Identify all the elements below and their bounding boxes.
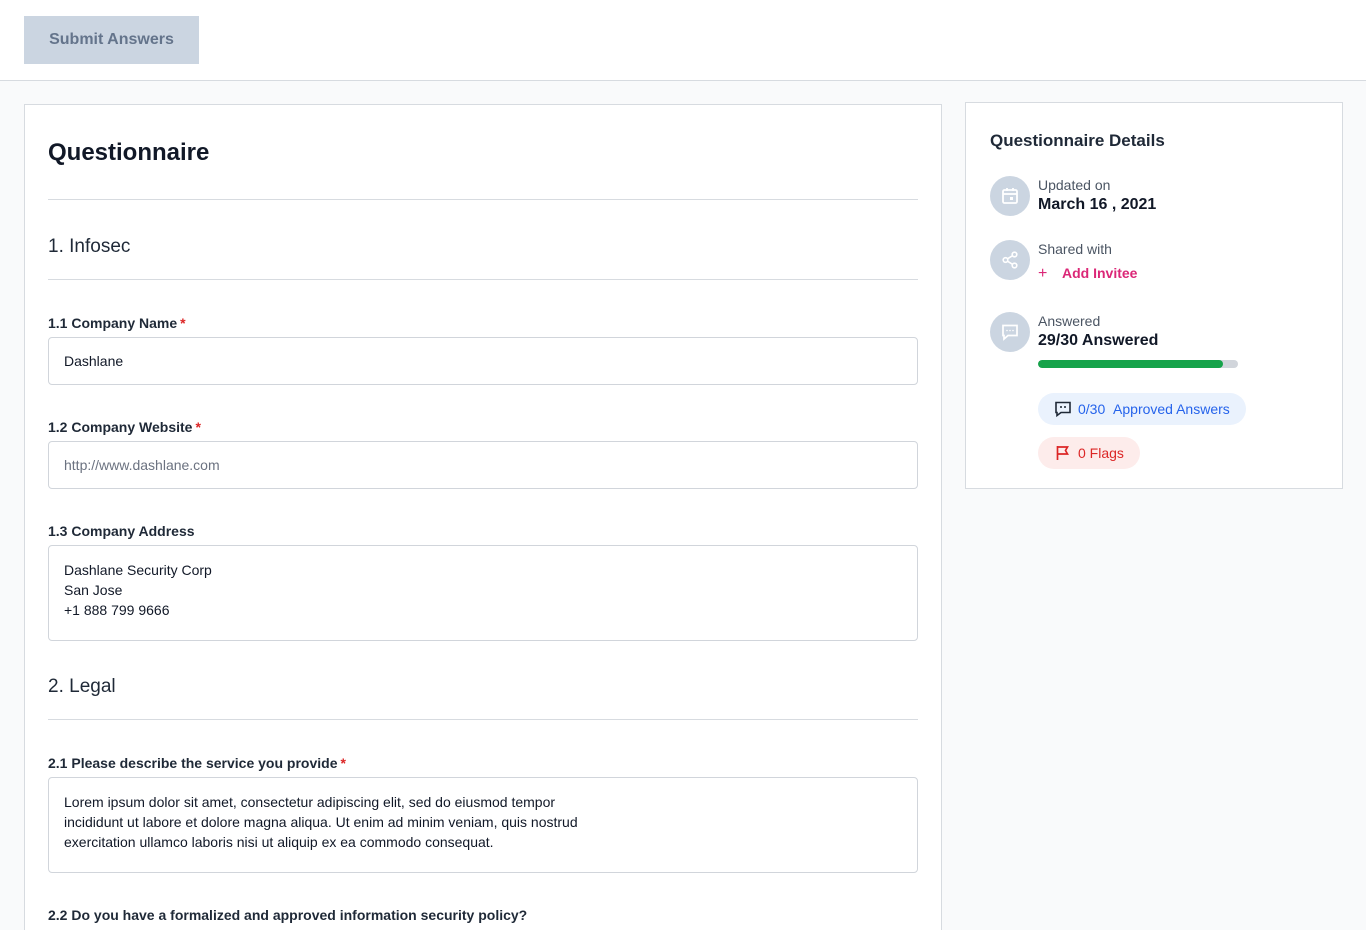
updated-value: March 16 , 2021 [1038, 196, 1157, 213]
question-label-company-website: 1.2 Company Website * [48, 419, 201, 435]
chat-icon [990, 312, 1030, 352]
questionnaire-panel: Questionnaire 1. Infosec 1.1 Company Nam… [24, 104, 942, 930]
plus-icon: + [1038, 265, 1048, 282]
flags-badge[interactable]: 0 Flags [1038, 437, 1140, 469]
add-invitee-button[interactable]: + Add Invitee [1038, 265, 1137, 283]
required-marker: * [340, 755, 346, 771]
required-marker: * [180, 315, 186, 331]
section-title-legal: 2. Legal [48, 676, 116, 697]
question-label-security-policy: 2.2 Do you have a formalized and approve… [48, 907, 527, 923]
question-label-company-name: 1.1 Company Name * [48, 315, 186, 331]
title-divider [48, 199, 918, 200]
flags-label: 0 Flags [1078, 445, 1124, 461]
question-label-text: 1.1 Company Name [48, 315, 178, 331]
calendar-icon [990, 176, 1030, 216]
chat-check-icon [1055, 401, 1071, 418]
approved-answers-badge[interactable]: 0/30 Approved Answers [1038, 393, 1246, 425]
answered-label: Answered [1038, 313, 1101, 329]
approved-label: Approved Answers [1113, 401, 1230, 417]
section-divider [48, 279, 918, 280]
service-description-textarea[interactable]: Lorem ipsum dolor sit amet, consectetur … [48, 777, 918, 873]
question-label-text: 1.3 Company Address [48, 523, 195, 539]
question-label-company-address: 1.3 Company Address [48, 523, 195, 539]
top-toolbar: Submit Answers [0, 0, 1366, 81]
share-icon [990, 240, 1030, 280]
updated-label: Updated on [1038, 177, 1111, 193]
add-invitee-label: Add Invitee [1062, 265, 1138, 281]
approved-count: 0/30 [1078, 401, 1106, 417]
company-name-input[interactable]: Dashlane [48, 337, 918, 385]
section-title-infosec: 1. Infosec [48, 236, 131, 257]
question-label-text: 2.2 Do you have a formalized and approve… [48, 907, 528, 923]
submit-answers-button[interactable]: Submit Answers [24, 16, 199, 64]
company-address-textarea[interactable]: Dashlane Security Corp San Jose +1 888 7… [48, 545, 918, 641]
required-marker: * [195, 419, 201, 435]
question-label-text: 2.1 Please describe the service you prov… [48, 755, 338, 771]
question-label-service-description: 2.1 Please describe the service you prov… [48, 755, 346, 771]
answered-value: 29/30 Answered [1038, 332, 1159, 349]
section-divider [48, 719, 918, 720]
answered-progress-fill [1038, 360, 1223, 368]
question-label-text: 1.2 Company Website [48, 419, 193, 435]
company-website-input[interactable]: http://www.dashlane.com [48, 441, 918, 489]
flag-icon [1056, 446, 1069, 460]
shared-label: Shared with [1038, 241, 1112, 257]
details-title: Questionnaire Details [990, 131, 1165, 150]
page-title: Questionnaire [48, 139, 210, 166]
questionnaire-details-panel: Questionnaire Details Updated on March 1… [965, 102, 1343, 489]
answered-progress-bar [1038, 360, 1238, 368]
